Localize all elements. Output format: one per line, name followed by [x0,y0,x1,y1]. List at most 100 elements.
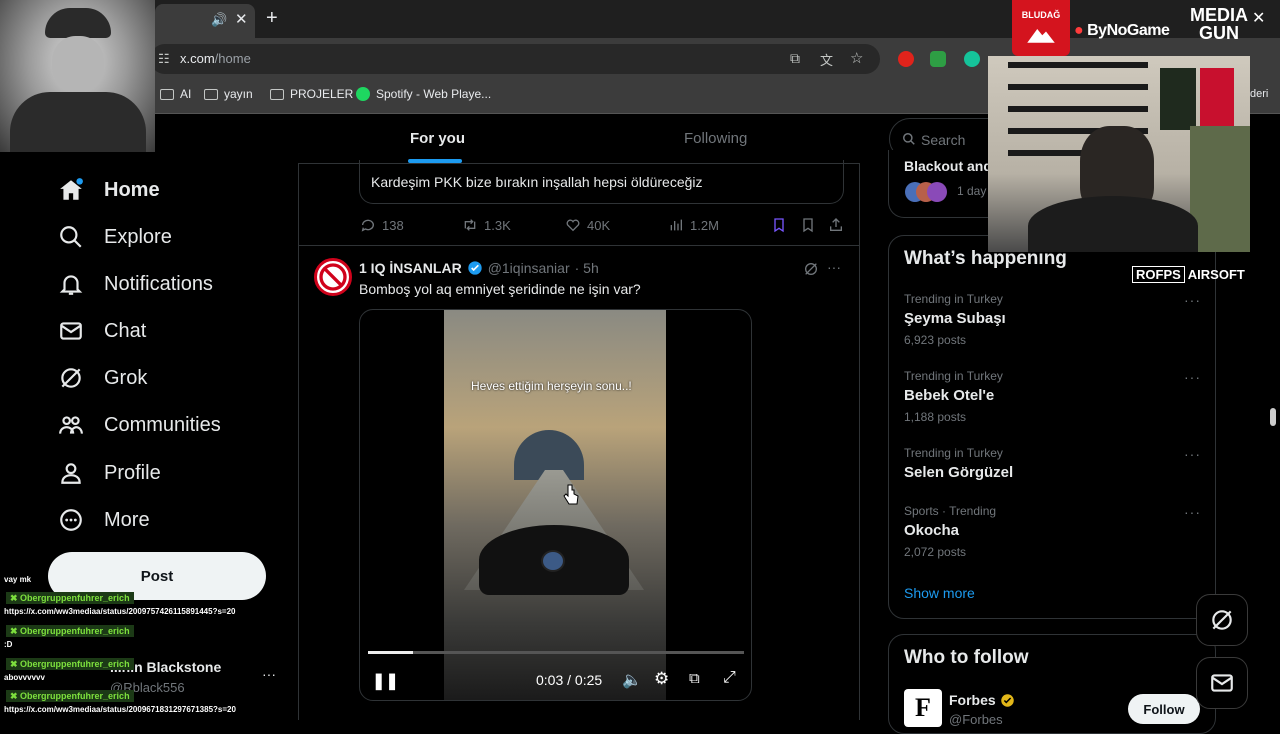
share-icon[interactable] [828,217,844,233]
bookmark-star-icon[interactable]: ☆ [850,49,863,67]
timeline-tabs [298,114,860,164]
trend-more-icon[interactable]: ··· [1184,369,1201,385]
extension-red-icon[interactable] [898,51,914,67]
more-circle-icon [60,509,82,531]
post-more-icon[interactable]: ··· [827,259,841,275]
trend-more-icon[interactable]: ··· [1184,504,1201,520]
translate-icon[interactable]: 文 [820,50,833,69]
show-more-link[interactable]: Show more [904,585,975,601]
live-event-time: 1 day [957,184,987,198]
who-to-follow-title: Who to follow [904,647,1029,668]
nav-chat[interactable]: Chat [58,318,146,344]
trend-item[interactable]: Sports · Trending Okocha 2,072 posts ··· [904,504,1204,564]
search-icon [60,226,82,248]
nav-communities[interactable]: Communities [58,412,221,438]
chat-username: ✖ Obergruppenfuhrer_erich [6,592,134,604]
follow-name[interactable]: Forbes [949,692,996,708]
repost-button[interactable]: 1.3K [462,217,511,233]
post-handle[interactable]: @1iqinsaniar [488,260,570,276]
fullscreen-icon[interactable]: ⤢ [723,669,736,687]
whats-happening-card: What’s happening Trending in Turkey Şeym… [888,235,1216,619]
quoted-post-text: Kardeşim PKK bize bırakın inşallah hepsi… [371,174,703,190]
bookmark-fragment[interactable]: deri [1250,88,1268,100]
grok-explain-icon[interactable] [803,261,819,277]
envelope-icon [1211,674,1233,692]
search-icon [903,133,915,145]
grok-bookmark-icon[interactable] [771,217,787,233]
home-icon [60,178,83,200]
post-avatar[interactable] [314,258,352,296]
nav-more[interactable]: More [58,507,150,533]
follow-avatar[interactable]: F [904,689,942,727]
bookmark-ai[interactable]: AI [160,87,191,101]
extension-green-icon[interactable] [930,51,946,67]
tab-following[interactable]: Following [684,130,747,147]
browser-tab[interactable]: 🔊 ✕ [155,4,255,38]
site-settings-icon[interactable]: ☷ [158,51,170,67]
chat-message: vay mk [4,575,32,584]
close-tab-icon[interactable]: ✕ [235,10,248,28]
reply-icon [361,219,374,232]
nav-home[interactable]: Home [58,177,160,203]
nav-profile[interactable]: Profile [58,460,161,486]
quoted-post-card[interactable]: Kardeşim PKK bize bırakın inşallah hepsi… [359,160,844,204]
video-player[interactable]: Heves ettiğim herşeyin sonu..! ❚❚ 0:03 /… [359,309,752,701]
video-frame: Heves ettiğim herşeyin sonu..! [444,310,666,700]
trend-item[interactable]: Trending in Turkey Şeyma Subaşı 6,923 po… [904,292,1204,352]
views-button[interactable]: 1.2M [668,217,719,233]
post-time[interactable]: · 5h [575,260,599,276]
bookmark-icon[interactable] [800,217,816,233]
speaker-icon[interactable]: 🔊 [211,12,227,28]
envelope-icon [60,322,82,340]
address-bar[interactable]: ☷ x.com/home ⧉ 文 ☆ [150,44,880,74]
video-caption: Heves ettiğim herşeyin sonu..! [471,379,632,393]
portrait-uniform [10,92,146,152]
rofps-airsoft-logo: ROFPS AIRSOFT [1132,266,1245,283]
picture-in-picture-icon[interactable]: ⧉ [689,670,700,687]
live-event-card[interactable]: Blackout and 1 day [888,150,998,218]
url-domain: x.com [180,51,215,66]
install-app-icon[interactable]: ⧉ [790,50,800,67]
post-divider [298,245,860,246]
portrait-face [52,36,104,92]
post-text: Bomboş yol aq emniyet şeridinde ne işin … [359,281,641,297]
chat-username: ✖ Obergruppenfuhrer_erich [6,690,134,702]
webcam-overlay [988,56,1250,252]
pause-icon[interactable]: ❚❚ [372,671,399,691]
bookmark-spotify[interactable]: Spotify - Web Playe... [356,87,491,101]
page-scrollbar-thumb[interactable] [1270,408,1276,426]
settings-gear-icon[interactable]: ⚙ [654,669,669,689]
window-close-icon[interactable]: ✕ [1252,8,1265,28]
video-time: 0:03 / 0:25 [536,672,603,688]
nav-explore[interactable]: Explore [58,224,172,250]
media-gun-logo: MEDIA GUN [1190,5,1248,43]
wall-flag-dark [1160,68,1196,130]
trend-more-icon[interactable]: ··· [1184,446,1201,462]
chat-username: ✖ Obergruppenfuhrer_erich [6,625,134,637]
video-progress-track[interactable] [368,651,744,654]
trend-item[interactable]: Trending in Turkey Selen Görgüzel ··· [904,446,1204,491]
trend-more-icon[interactable]: ··· [1184,292,1201,308]
volume-icon[interactable]: 🔈 [622,670,642,690]
messages-float-button[interactable] [1196,657,1248,709]
like-button[interactable]: 40K [565,217,610,233]
motorcycle-dashboard [479,525,629,595]
nav-grok[interactable]: Grok [58,365,147,391]
portrait-cap [45,8,111,38]
no-sign-icon [319,263,347,291]
reply-button[interactable]: 138 [360,217,404,233]
grok-float-button[interactable] [1196,594,1248,646]
camo-uniform [1190,126,1250,252]
new-tab-icon[interactable]: + [266,7,278,30]
bookmark-yayin[interactable]: yayın [204,87,253,101]
gold-verified-badge-icon [1000,693,1014,707]
tab-for-you[interactable]: For you [410,130,465,147]
post-author[interactable]: 1 IQ İNSANLAR [359,260,462,276]
search-placeholder: Search [921,132,966,148]
trend-item[interactable]: Trending in Turkey Bebek Otel'e 1,188 po… [904,369,1204,429]
live-event-title: Blackout and [904,158,992,174]
verified-badge-icon [468,261,482,275]
grammarly-icon[interactable] [964,51,980,67]
nav-notifications[interactable]: Notifications [58,271,213,297]
bookmark-projeler[interactable]: PROJELER [270,87,353,101]
